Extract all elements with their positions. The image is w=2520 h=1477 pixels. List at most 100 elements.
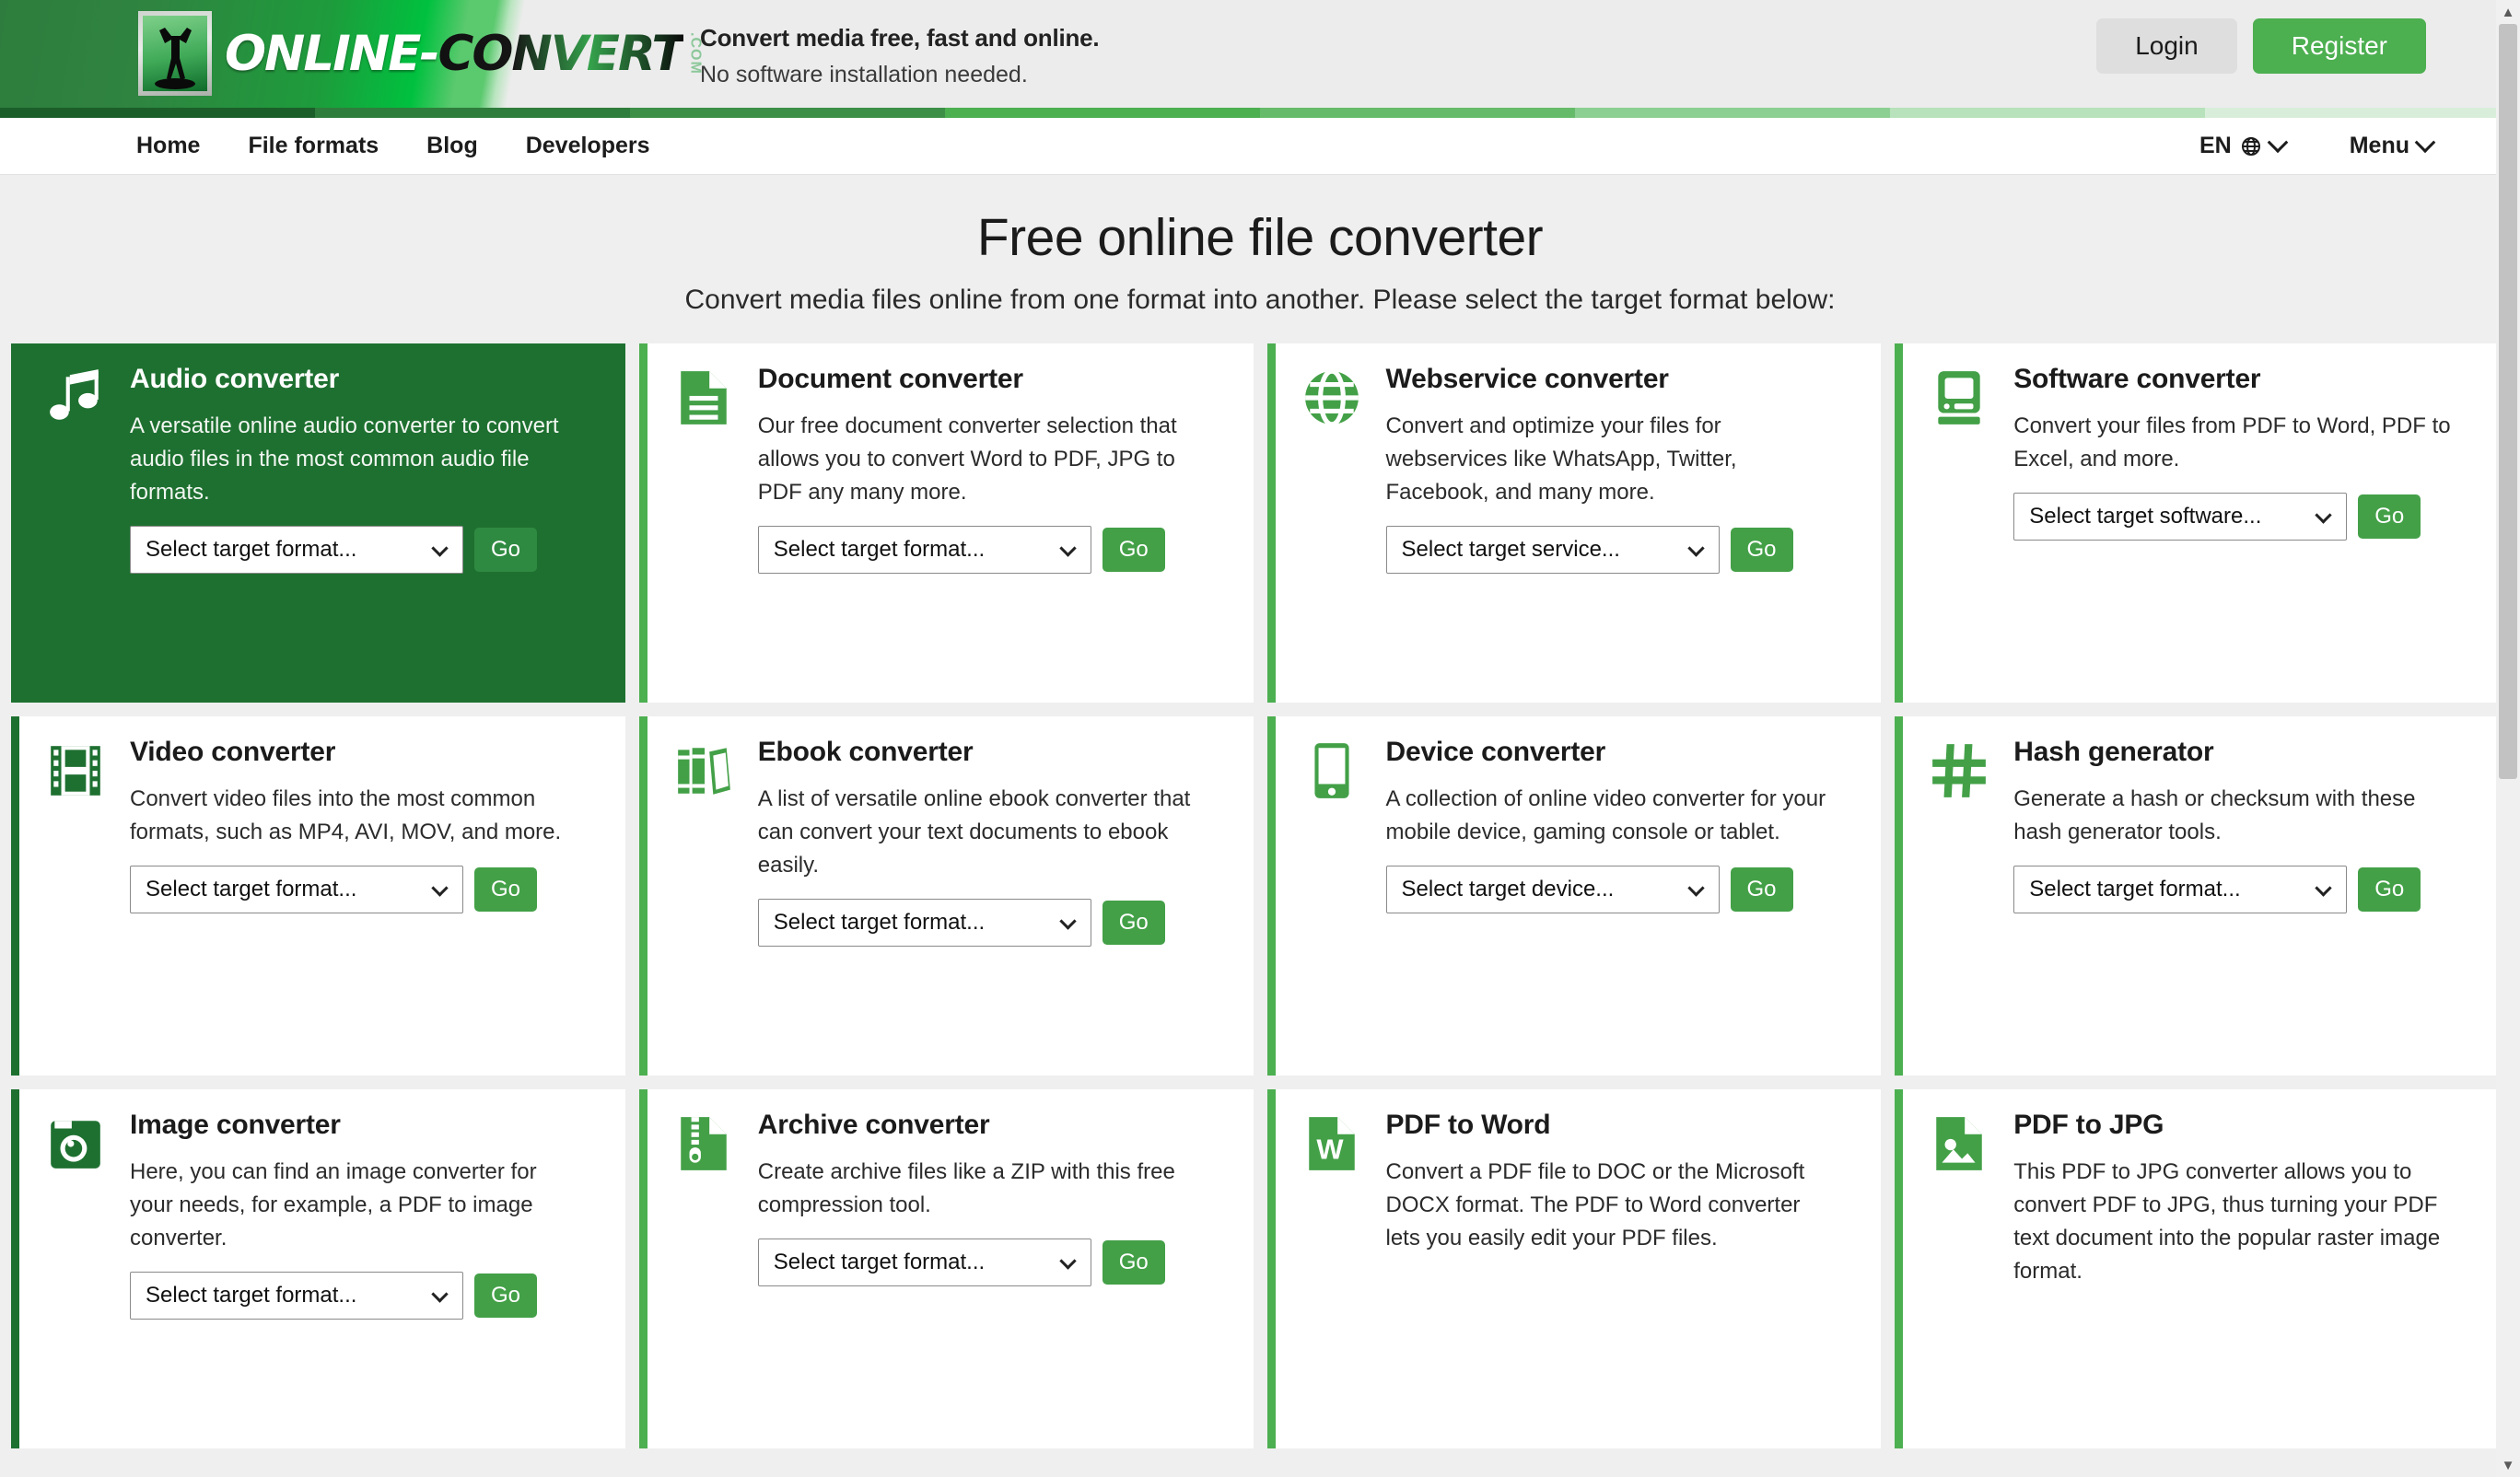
select-value: Select target format... bbox=[774, 910, 985, 936]
site-logo[interactable]: ONLINE-CONVERT .COM bbox=[138, 7, 704, 99]
target-format-select[interactable]: Select target format... bbox=[758, 899, 1091, 947]
card-description: Our free document converter selection th… bbox=[758, 410, 1200, 509]
card-title: Video converter bbox=[130, 737, 601, 768]
converter-card-software-converter[interactable]: Software converter Convert your files fro… bbox=[1895, 343, 2509, 703]
go-button[interactable]: Go bbox=[1102, 901, 1165, 945]
converter-card-audio-converter[interactable]: Audio converterA versatile online audio … bbox=[11, 343, 625, 703]
word-file-icon: W bbox=[1301, 1113, 1362, 1174]
card-description: Convert and optimize your files for webs… bbox=[1386, 410, 1828, 509]
converter-form: Select target format... Go bbox=[130, 526, 601, 574]
gradient-segment bbox=[945, 108, 1260, 118]
nav-link-blog[interactable]: Blog bbox=[426, 133, 478, 159]
go-button[interactable]: Go bbox=[2358, 867, 2421, 912]
logo-text-online: ONLINE- bbox=[225, 26, 438, 82]
go-button[interactable]: Go bbox=[1102, 1240, 1165, 1285]
target-format-select[interactable]: Select target format... bbox=[758, 1239, 1091, 1286]
language-selector[interactable]: EN bbox=[2199, 133, 2285, 159]
target-format-select[interactable]: Select target device... bbox=[1386, 866, 1720, 913]
go-button[interactable]: Go bbox=[2358, 494, 2421, 539]
target-format-select[interactable]: Select target software... bbox=[2013, 493, 2347, 541]
select-value: Select target format... bbox=[146, 537, 356, 563]
gradient-segment bbox=[1260, 108, 1575, 118]
card-body: Device converterA collection of online v… bbox=[1386, 737, 1858, 1055]
target-format-select[interactable]: Select target format... bbox=[130, 866, 463, 913]
go-button[interactable]: Go bbox=[1731, 867, 1793, 912]
nav-link-developers[interactable]: Developers bbox=[526, 133, 650, 159]
gradient-divider bbox=[0, 108, 2520, 118]
go-button[interactable]: Go bbox=[474, 528, 537, 572]
hash-icon bbox=[1929, 740, 1989, 801]
camera-icon bbox=[45, 1113, 106, 1174]
scroll-down-arrow-icon[interactable]: ▼ bbox=[2496, 1453, 2520, 1477]
card-title: Software converter bbox=[2013, 364, 2485, 395]
converter-card-pdf-to-word[interactable]: WPDF to WordConvert a PDF file to DOC or… bbox=[1267, 1089, 1882, 1448]
nav-utilities: EN Menu bbox=[2199, 133, 2432, 159]
scrollbar-thumb[interactable] bbox=[2499, 24, 2517, 779]
converter-grid: Audio converterA versatile online audio … bbox=[0, 343, 2520, 1448]
image-file-icon bbox=[1929, 1113, 1989, 1174]
converter-card-ebook-converter[interactable]: Ebook converterA list of versatile onlin… bbox=[639, 716, 1254, 1076]
card-body: PDF to JPGThis PDF to JPG converter allo… bbox=[2013, 1110, 2485, 1428]
scroll-up-arrow-icon[interactable]: ▲ bbox=[2496, 0, 2520, 24]
card-description: Generate a hash or checksum with these h… bbox=[2013, 783, 2456, 849]
menu-label: Menu bbox=[2350, 133, 2409, 159]
page-scrollbar[interactable]: ▲ ▼ bbox=[2496, 0, 2520, 1477]
target-format-select[interactable]: Select target format... bbox=[130, 1272, 463, 1320]
card-description: Convert a PDF file to DOC or the Microso… bbox=[1386, 1156, 1828, 1255]
converter-card-image-converter[interactable]: Image converterHere, you can find an ima… bbox=[11, 1089, 625, 1448]
converter-card-document-converter[interactable]: Document converterOur free document conv… bbox=[639, 343, 1254, 703]
gradient-segment bbox=[2205, 108, 2520, 118]
card-title: Ebook converter bbox=[758, 737, 1230, 768]
chevron-down-icon bbox=[1059, 540, 1076, 556]
card-body: Hash generatorGenerate a hash or checksu… bbox=[2013, 737, 2485, 1055]
login-button[interactable]: Login bbox=[2096, 18, 2237, 74]
target-format-select[interactable]: Select target service... bbox=[1386, 526, 1720, 574]
converter-form: Select target format...Go bbox=[130, 866, 601, 913]
globe-icon bbox=[1301, 367, 1362, 428]
card-body: Software converter Convert your files fro… bbox=[2013, 364, 2485, 682]
target-format-select[interactable]: Select target format... bbox=[758, 526, 1091, 574]
person-icon bbox=[143, 16, 207, 91]
language-label: EN bbox=[2199, 133, 2232, 159]
card-description: This PDF to JPG converter allows you to … bbox=[2013, 1156, 2456, 1288]
converter-card-device-converter[interactable]: Device converterA collection of online v… bbox=[1267, 716, 1882, 1076]
register-button[interactable]: Register bbox=[2253, 18, 2426, 74]
go-button[interactable]: Go bbox=[1102, 528, 1165, 572]
converter-card-webservice-converter[interactable]: Webservice converterConvert and optimize… bbox=[1267, 343, 1882, 703]
header-tagline: Convert media free, fast and online. No … bbox=[700, 24, 1099, 88]
gradient-segment bbox=[1575, 108, 1890, 118]
card-body: Webservice converterConvert and optimize… bbox=[1386, 364, 1858, 682]
converter-card-pdf-to-jpg[interactable]: PDF to JPGThis PDF to JPG converter allo… bbox=[1895, 1089, 2509, 1448]
chevron-down-icon bbox=[1059, 913, 1076, 929]
target-format-select[interactable]: Select target format... bbox=[2013, 866, 2347, 913]
page-subtitle: Convert media files online from one form… bbox=[0, 285, 2520, 316]
music-note-icon bbox=[45, 367, 106, 428]
converter-card-archive-converter[interactable]: Archive converterCreate archive files li… bbox=[639, 1089, 1254, 1448]
nav-link-file-formats[interactable]: File formats bbox=[248, 133, 379, 159]
go-button[interactable]: Go bbox=[1731, 528, 1793, 572]
target-format-select[interactable]: Select target format... bbox=[130, 526, 463, 574]
card-description: Convert your files from PDF to Word, PDF… bbox=[2013, 410, 2456, 476]
card-description: Convert video files into the most common… bbox=[130, 783, 572, 849]
chevron-down-icon bbox=[1687, 540, 1704, 556]
gradient-segment bbox=[0, 108, 315, 118]
nav-link-home[interactable]: Home bbox=[136, 133, 200, 159]
menu-dropdown[interactable]: Menu bbox=[2350, 133, 2432, 159]
go-button[interactable]: Go bbox=[474, 1273, 537, 1318]
select-value: Select target service... bbox=[1402, 537, 1620, 563]
converter-form: Select target service... Go bbox=[1386, 526, 1858, 574]
chevron-down-icon bbox=[1059, 1252, 1076, 1269]
page-title: Free online file converter bbox=[0, 207, 2520, 268]
books-icon bbox=[673, 740, 734, 801]
card-description: Create archive files like a ZIP with thi… bbox=[758, 1156, 1200, 1222]
chevron-down-icon bbox=[2267, 132, 2288, 153]
converter-card-video-converter[interactable]: Video converter Convert video files into … bbox=[11, 716, 625, 1076]
converter-card-hash-generator[interactable]: Hash generatorGenerate a hash or checksu… bbox=[1895, 716, 2509, 1076]
converter-form: Select target device...Go bbox=[1386, 866, 1858, 913]
card-description: A versatile online audio converter to co… bbox=[130, 410, 572, 509]
converter-form: Select target format...Go bbox=[758, 526, 1230, 574]
film-icon bbox=[45, 740, 106, 801]
chevron-down-icon bbox=[1687, 879, 1704, 896]
go-button[interactable]: Go bbox=[474, 867, 537, 912]
card-description: A collection of online video converter f… bbox=[1386, 783, 1828, 849]
